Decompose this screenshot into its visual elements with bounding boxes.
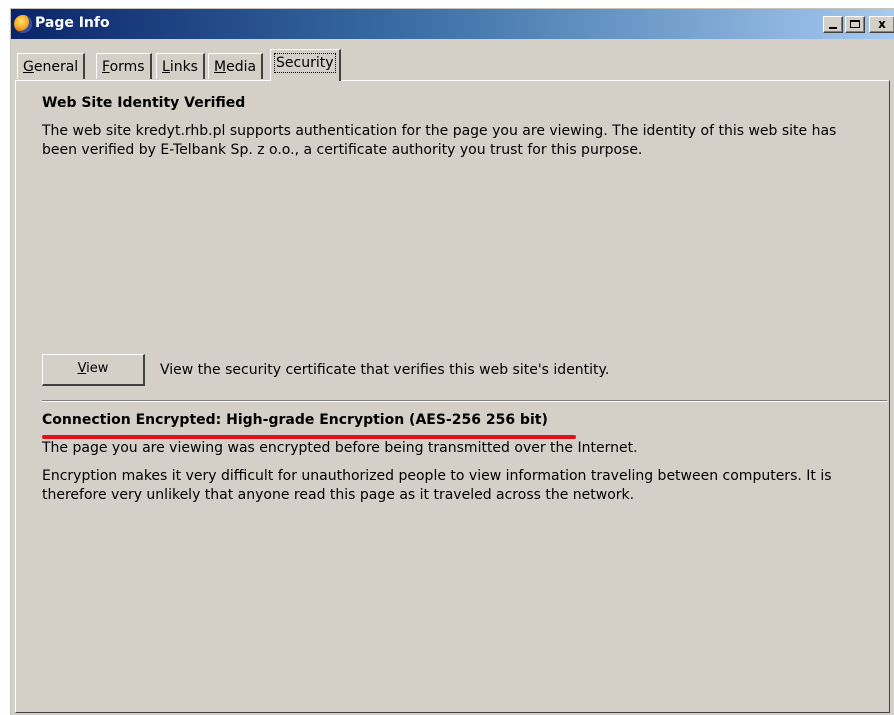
page-info-window: Page Info x General Forms Links Media Se… (10, 8, 894, 715)
section-divider (42, 400, 887, 402)
tab-links[interactable]: Links (156, 53, 205, 79)
security-panel: Web Site Identity Verified The web site … (15, 80, 890, 713)
tab-label: Media (214, 59, 257, 75)
firefox-icon (14, 15, 32, 33)
minimize-button[interactable] (823, 16, 843, 33)
title-bar[interactable]: Page Info x (11, 9, 894, 39)
tab-media[interactable]: Media (208, 53, 264, 79)
maximize-icon (850, 20, 860, 28)
identity-text: The web site kredyt.rhb.pl supports auth… (42, 123, 837, 158)
tab-label: General (23, 59, 79, 75)
tab-label: Security (274, 53, 336, 73)
tab-strip: General Forms Links Media Security (11, 39, 894, 85)
view-description: View the security certificate that verif… (160, 362, 610, 378)
close-icon: x (878, 17, 886, 31)
encryption-heading: Connection Encrypted: High-grade Encrypt… (42, 412, 548, 428)
tab-general[interactable]: General (17, 53, 86, 79)
encryption-text-1: The page you are viewing was encrypted b… (42, 440, 638, 456)
tab-label: Links (162, 59, 198, 75)
tab-label: Forms (102, 59, 145, 75)
view-button-label: View (77, 361, 109, 376)
encryption-text-2: Encryption makes it very difficult for u… (42, 468, 832, 503)
tab-security[interactable]: Security (270, 49, 341, 81)
identity-heading: Web Site Identity Verified (42, 95, 246, 111)
window-title: Page Info (35, 15, 110, 31)
close-button[interactable]: x (869, 16, 894, 33)
tab-forms[interactable]: Forms (96, 53, 152, 79)
maximize-button[interactable] (845, 16, 865, 33)
minimize-icon (829, 27, 837, 29)
view-certificate-button[interactable]: View (42, 354, 145, 386)
